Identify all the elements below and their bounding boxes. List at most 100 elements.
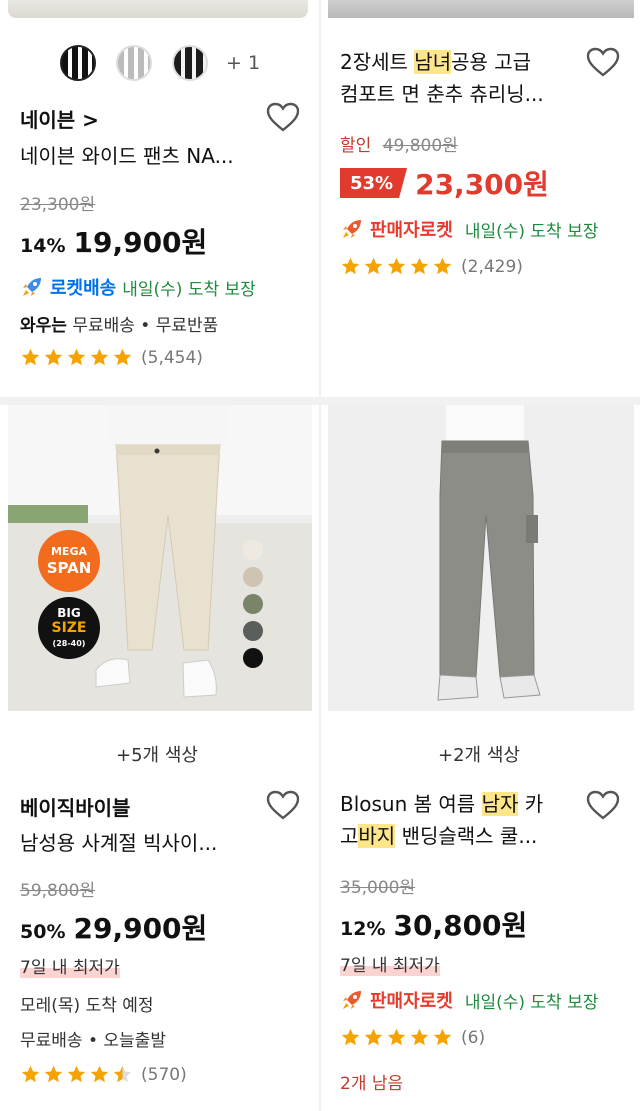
product-grid: + 1 네이븐 > 네이븐 와이드 팬츠 NA... 23,300원 14% 1… <box>0 0 640 1111</box>
seller-rocket-label: 판매자로켓 <box>370 220 453 241</box>
star-icon <box>67 1065 86 1083</box>
review-count: (570) <box>141 1064 187 1085</box>
sale-price: 19,900원 <box>73 226 208 259</box>
badge-text: SIZE <box>51 620 87 636</box>
color-dot <box>243 594 263 614</box>
sale-price: 30,800원 <box>393 909 528 942</box>
wow-text: 무료배송 • 무료반품 <box>72 316 219 336</box>
title-highlight: 남녀 <box>414 50 452 74</box>
discount-rate: 50% <box>20 921 66 943</box>
heart-icon[interactable] <box>585 46 621 78</box>
star-icon <box>113 348 132 366</box>
heart-icon[interactable] <box>265 789 301 821</box>
product-title[interactable]: 네이븐 와이드 팬츠 NA... <box>20 140 270 172</box>
rocket-icon <box>23 278 41 296</box>
lowest-price-tag: 7일 내 최저가 <box>20 953 120 978</box>
title-highlight: 바지 <box>358 824 396 848</box>
title-text: 공용 고급 <box>451 50 532 74</box>
product-title[interactable]: Blosun 봄 여름 남자 카 고바지 밴딩슬랙스 쿨... <box>340 788 585 852</box>
star-icon <box>364 257 383 275</box>
star-half-icon <box>113 1065 132 1083</box>
original-price: 49,800원 <box>382 136 458 156</box>
color-dots <box>243 540 263 668</box>
color-dot <box>243 567 263 587</box>
star-icon <box>21 1065 40 1083</box>
arrival-guarantee: 내일(수) 도착 보장 <box>464 992 599 1013</box>
lowest-price-tag: 7일 내 최저가 <box>340 951 440 976</box>
title-text: Blosun 봄 여름 <box>340 792 482 816</box>
title-text: 카 <box>518 792 544 816</box>
star-icon <box>21 348 40 366</box>
product-image-partial[interactable] <box>328 0 634 18</box>
delivery-row: 판매자로켓 내일(수) 도착 보장 <box>340 216 598 242</box>
arrival-guarantee: 내일(수) 도착 보장 <box>122 279 256 300</box>
price-row: 53% 23,300원 <box>340 163 549 203</box>
title-text: 컴포트 면 춘추 츄리닝... <box>340 82 544 106</box>
price-row: 14% 19,900원 <box>20 221 207 261</box>
sale-price: 29,900원 <box>73 912 208 945</box>
title-text: 2장세트 <box>340 50 415 74</box>
product-image[interactable] <box>328 405 634 711</box>
delivery-row: 로켓배송 내일(수) 도착 보장 <box>20 274 256 300</box>
title-text: 밴딩슬랙스 쿨... <box>395 824 538 848</box>
price-row: 12% 30,800원 <box>340 904 527 944</box>
discount-badge: 53% <box>340 168 408 198</box>
badge-text: (28-40) <box>52 639 86 648</box>
rocket-icon <box>343 991 361 1009</box>
review-count: (5,454) <box>141 347 203 368</box>
badge-text: BIG <box>57 606 81 620</box>
star-icon <box>433 257 452 275</box>
star-icon <box>90 1065 109 1083</box>
star-icon <box>44 348 63 366</box>
heart-icon[interactable] <box>585 789 621 821</box>
colors-count[interactable]: +5개 색상 <box>116 741 198 767</box>
wow-benefit: 와우는 무료배송 • 무료반품 <box>20 311 218 336</box>
rating-stars: (6) <box>340 1027 485 1048</box>
color-dot <box>243 648 263 668</box>
rocket-delivery-label: 로켓배송 <box>50 278 117 299</box>
star-icon <box>433 1028 452 1046</box>
title-highlight: 남자 <box>481 792 519 816</box>
rocket-icon <box>343 220 361 238</box>
sale-label: 할인 <box>340 136 372 156</box>
swatch-more-count[interactable]: + 1 <box>226 52 260 74</box>
delivery-row: 판매자로켓 내일(수) 도착 보장 <box>340 987 598 1013</box>
product-image[interactable]: MEGA SPAN BIG SIZE (28-40) <box>8 405 312 711</box>
star-icon <box>341 257 360 275</box>
original-price: 59,800원 <box>20 881 96 901</box>
original-price: 35,000원 <box>340 878 416 898</box>
product-image-partial[interactable] <box>8 0 308 18</box>
swatch-option[interactable] <box>172 45 208 81</box>
sale-price: 23,300원 <box>415 168 549 201</box>
rating-stars: (5,454) <box>20 347 203 368</box>
big-size-badge: BIG SIZE (28-40) <box>38 597 100 659</box>
star-icon <box>67 348 86 366</box>
product-title[interactable]: 남성용 사계절 빅사이... <box>20 827 270 859</box>
arrival-estimate: 모레(목) 도착 예정 <box>20 996 154 1016</box>
discount-rate: 14% <box>20 235 66 257</box>
product-title[interactable]: 2장세트 남녀공용 고급 컴포트 면 춘추 츄리닝... <box>340 46 585 110</box>
brand-name[interactable]: 베이직바이블 <box>20 792 130 821</box>
swatch-option[interactable] <box>116 45 152 81</box>
title-text: 고 <box>340 824 359 848</box>
colors-count[interactable]: +2개 색상 <box>438 741 520 767</box>
star-icon <box>341 1028 360 1046</box>
star-icon <box>410 257 429 275</box>
original-price: 23,300원 <box>20 195 96 215</box>
shipping-info: 무료배송 • 오늘출발 <box>20 1031 166 1051</box>
seller-rocket-label: 판매자로켓 <box>370 991 453 1012</box>
row-divider <box>0 397 640 405</box>
badge-text: SPAN <box>46 559 92 577</box>
discount-rate: 12% <box>340 918 386 940</box>
star-icon <box>387 257 406 275</box>
brand-link[interactable]: 네이븐 > <box>20 104 99 133</box>
color-dot <box>243 540 263 560</box>
mega-span-badge: MEGA SPAN <box>38 530 100 592</box>
color-swatches: + 1 <box>60 45 260 81</box>
star-icon <box>44 1065 63 1083</box>
rating-stars: (570) <box>20 1064 187 1085</box>
heart-icon[interactable] <box>265 101 301 133</box>
swatch-option[interactable] <box>60 45 96 81</box>
star-icon <box>387 1028 406 1046</box>
star-icon <box>410 1028 429 1046</box>
